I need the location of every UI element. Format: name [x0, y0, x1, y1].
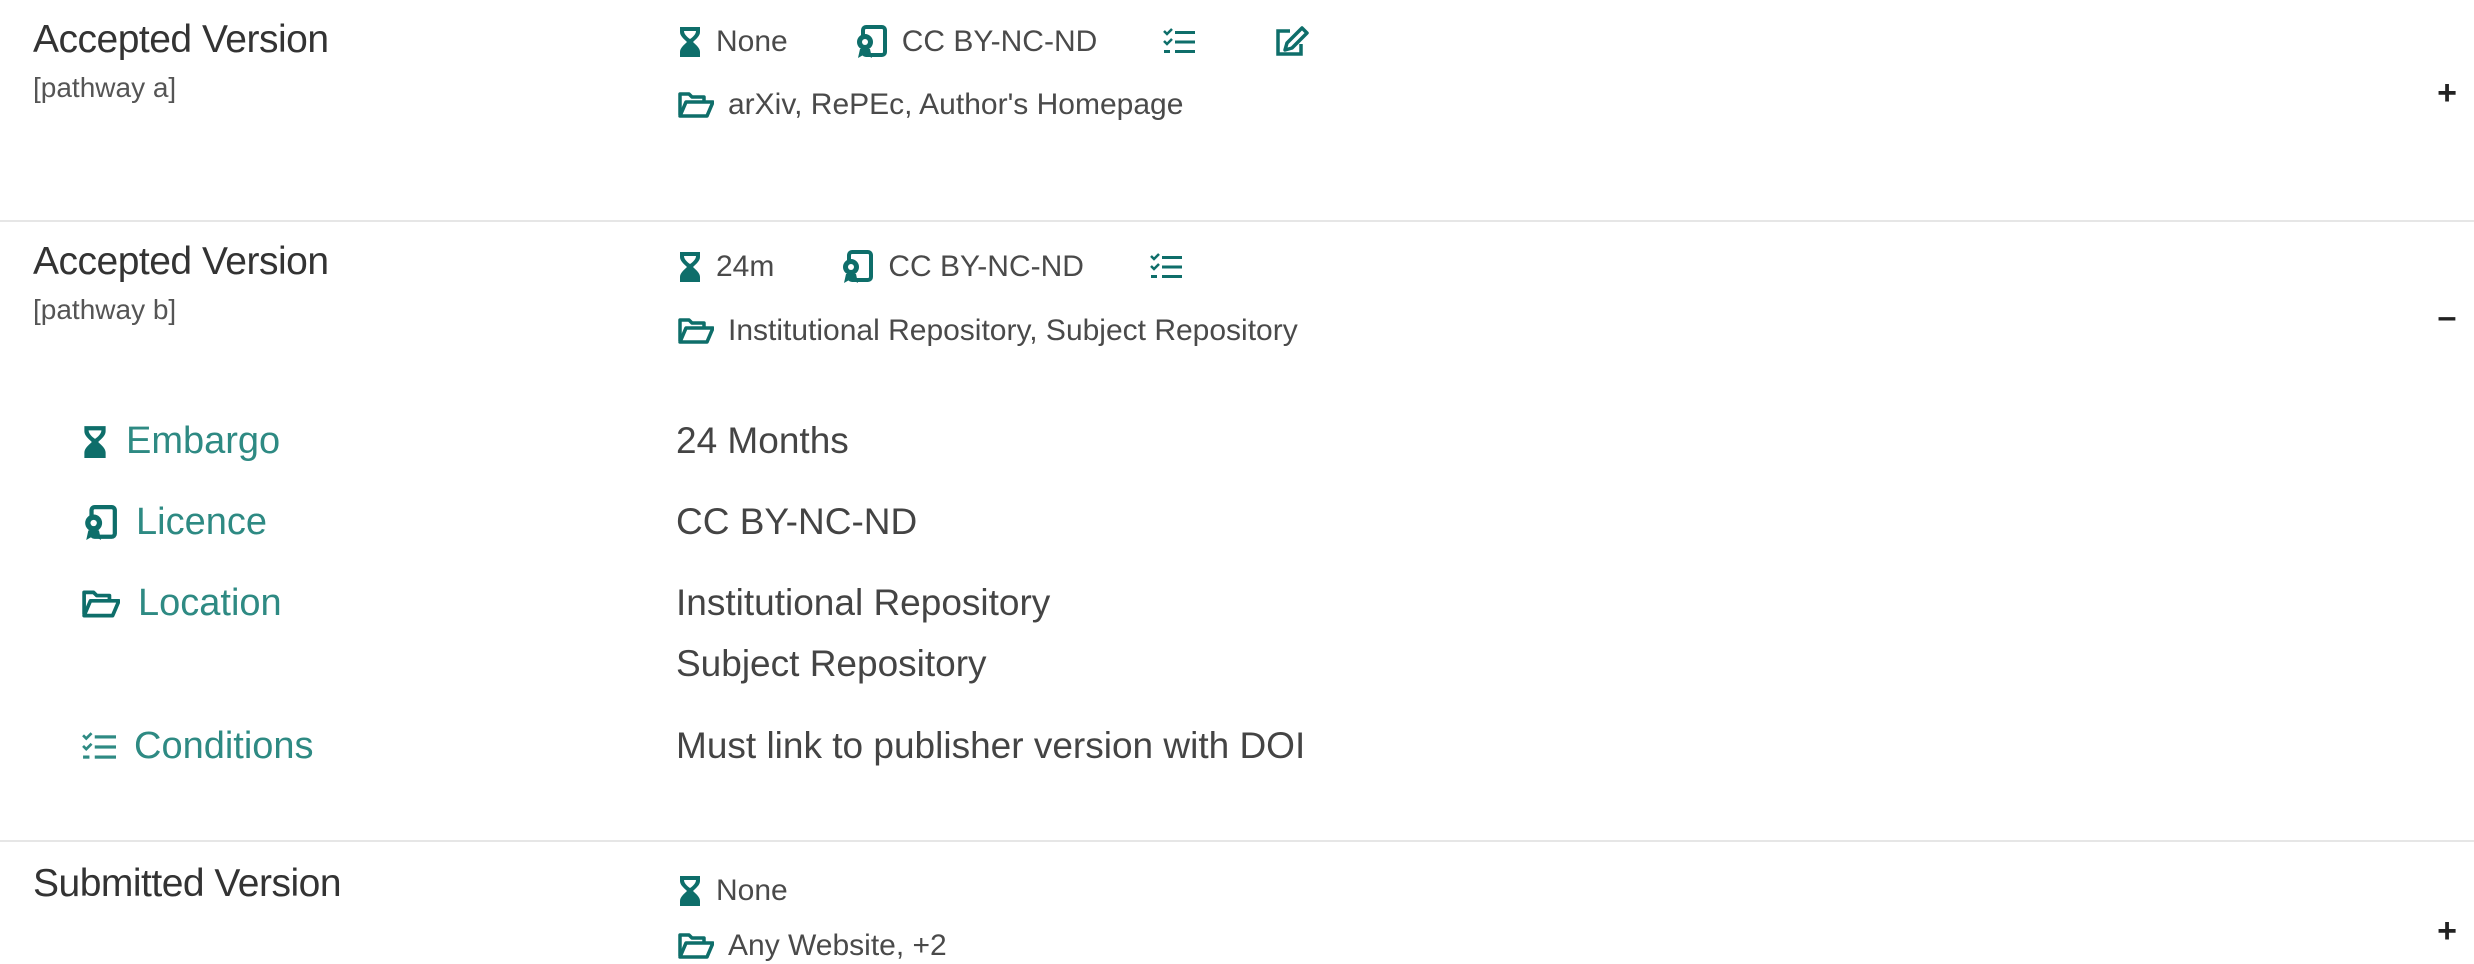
pathway-a: Accepted Version [pathway a] None CC BY-…: [0, 0, 2474, 220]
hourglass-icon: [678, 26, 702, 58]
licence-label-text: Licence: [136, 501, 267, 543]
embargo-short: 24m: [716, 250, 775, 283]
location-value-2: Subject Repository: [676, 643, 987, 684]
locations-short: Institutional Repository, Subject Reposi…: [728, 314, 1298, 347]
location-summary: Institutional Repository, Subject Reposi…: [678, 314, 1298, 348]
licence-summary: CC BY-NC-ND: [854, 25, 1098, 59]
pathway-b: Accepted Version [pathway b] 24m CC BY-N…: [0, 220, 2474, 842]
folder-icon: [82, 589, 120, 619]
pathway-summary-top: None CC BY-NC-ND: [678, 16, 1389, 68]
licence-icon: [840, 250, 874, 284]
licence-value: CC BY-NC-ND: [676, 501, 918, 542]
conditions-label-text: Conditions: [134, 725, 314, 767]
conditions-summary: [1163, 28, 1209, 56]
embargo-summary: None: [678, 874, 788, 908]
pathway-locations: arXiv, RePEc, Author's Homepage: [678, 82, 1249, 128]
licence-label: Licence: [82, 501, 267, 544]
conditions-list-icon: [82, 731, 116, 762]
location-label-text: Location: [138, 582, 282, 624]
hourglass-icon: [678, 251, 702, 283]
conditions-value: Must link to publisher version with DOI: [676, 725, 1306, 766]
location-summary: Any Website, +2: [678, 929, 947, 963]
pathway-submitted: Submitted Version None Any Website, +2 +: [0, 840, 2474, 964]
location-value-1: Institutional Repository: [676, 582, 1051, 623]
folder-icon: [678, 91, 714, 119]
licence-summary: CC BY-NC-ND: [840, 250, 1084, 284]
embargo-label-text: Embargo: [126, 420, 281, 462]
licence-icon: [854, 25, 888, 59]
version-title: Accepted Version: [33, 18, 329, 61]
conditions-summary: [1150, 253, 1196, 281]
version-title: Accepted Version: [33, 240, 329, 283]
embargo-value: 24 Months: [676, 420, 849, 461]
pathways-panel: Accepted Version [pathway a] None CC BY-…: [0, 0, 2474, 964]
location-summary: arXiv, RePEc, Author's Homepage: [678, 88, 1183, 122]
embargo-short: None: [716, 25, 788, 58]
embargo-summary: 24m: [678, 250, 774, 284]
location-label: Location: [82, 582, 282, 625]
pathway-label: [pathway b]: [33, 294, 177, 325]
licence-icon: [82, 504, 118, 541]
licence-short: CC BY-NC-ND: [901, 25, 1098, 58]
conditions-list-icon: [1163, 28, 1196, 56]
pathway-summary-top: 24m CC BY-NC-ND: [678, 242, 1262, 292]
locations-short: Any Website, +2: [728, 929, 947, 962]
embargo-label: Embargo: [82, 420, 280, 463]
hourglass-icon: [678, 875, 702, 907]
pathway-label: [pathway a]: [33, 72, 177, 103]
folder-icon: [678, 317, 714, 345]
version-title: Submitted Version: [33, 862, 342, 905]
expand-toggle[interactable]: +: [2432, 912, 2462, 951]
pathway-summary-top: None: [678, 868, 854, 914]
expand-toggle[interactable]: +: [2432, 74, 2462, 113]
conditions-list-icon: [1150, 253, 1182, 281]
embargo-short: None: [716, 874, 788, 907]
edit-summary[interactable]: [1275, 26, 1323, 58]
licence-short: CC BY-NC-ND: [888, 250, 1084, 283]
locations-short: arXiv, RePEc, Author's Homepage: [728, 88, 1184, 121]
edit-icon[interactable]: [1275, 26, 1310, 58]
folder-icon: [678, 932, 714, 960]
hourglass-icon: [82, 425, 108, 459]
pathway-locations: Institutional Repository, Subject Reposi…: [678, 308, 1364, 354]
conditions-label: Conditions: [82, 725, 314, 768]
collapse-toggle[interactable]: –: [2432, 298, 2462, 337]
embargo-summary: None: [678, 25, 788, 59]
pathway-locations: Any Website, +2: [678, 926, 1013, 964]
